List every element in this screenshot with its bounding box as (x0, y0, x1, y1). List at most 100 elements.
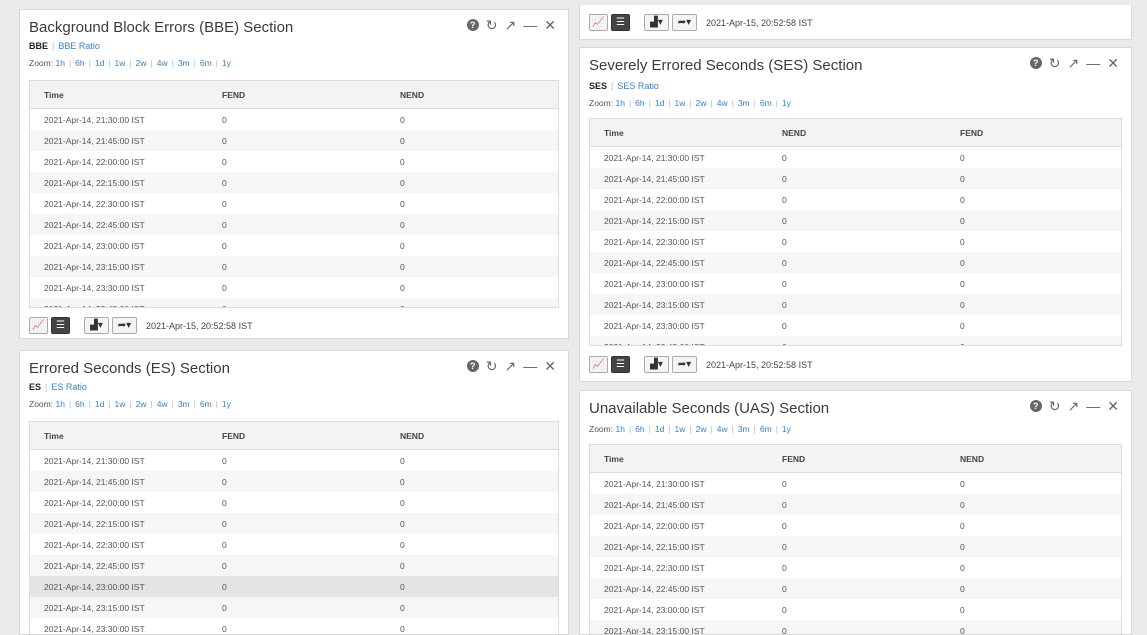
zoom-option-1w[interactable]: 1w (675, 98, 686, 108)
column-header-nend[interactable]: NEND (386, 90, 558, 100)
zoom-option-4w[interactable]: 4w (717, 98, 728, 108)
chart-type-dropdown[interactable]: ▟▾ (644, 14, 669, 31)
zoom-option-1y[interactable]: 1y (222, 399, 231, 409)
zoom-option-1d[interactable]: 1d (655, 424, 664, 434)
table-row[interactable]: 2021-Apr-14, 23:00:00 IST00 (590, 599, 1121, 620)
table-row[interactable]: 2021-Apr-14, 21:45:00 IST00 (30, 130, 558, 151)
table-row[interactable]: 2021-Apr-14, 22:00:00 IST00 (590, 515, 1121, 536)
zoom-option-1h[interactable]: 1h (55, 399, 64, 409)
table-row[interactable]: 2021-Apr-14, 21:45:00 IST00 (590, 168, 1121, 189)
chart-type-dropdown[interactable]: ▟▾ (644, 356, 669, 373)
table-row[interactable]: 2021-Apr-14, 22:45:00 IST00 (590, 578, 1121, 599)
zoom-option-1h[interactable]: 1h (615, 424, 624, 434)
table-view-button[interactable]: ☰ (611, 356, 630, 373)
column-header-time[interactable]: Time (30, 90, 208, 100)
table-row[interactable]: 2021-Apr-14, 23:45:00 IST00 (590, 336, 1121, 346)
popout-icon[interactable]: ↗ (505, 359, 517, 373)
zoom-option-6h[interactable]: 6h (635, 98, 644, 108)
table-row[interactable]: 2021-Apr-14, 23:45:00 IST00 (30, 298, 558, 308)
zoom-option-3m[interactable]: 3m (738, 98, 750, 108)
table-row[interactable]: 2021-Apr-14, 23:15:00 IST00 (590, 620, 1121, 635)
zoom-option-1y[interactable]: 1y (782, 424, 791, 434)
column-header-time[interactable]: Time (590, 454, 768, 464)
help-icon[interactable]: ? (467, 360, 479, 372)
column-header-nend[interactable]: NEND (946, 454, 1121, 464)
help-icon[interactable]: ? (467, 19, 479, 31)
zoom-option-1w[interactable]: 1w (115, 399, 126, 409)
tab-ses[interactable]: SES (589, 81, 607, 91)
zoom-option-2w[interactable]: 2w (696, 424, 707, 434)
zoom-option-2w[interactable]: 2w (136, 58, 147, 68)
chart-view-button[interactable]: 📈 (589, 14, 608, 31)
column-header-time[interactable]: Time (590, 128, 768, 138)
popout-icon[interactable]: ↗ (505, 18, 517, 32)
column-header-fend[interactable]: FEND (768, 454, 946, 464)
column-header-nend[interactable]: NEND (386, 431, 558, 441)
table-row[interactable]: 2021-Apr-14, 22:00:00 IST00 (30, 492, 558, 513)
close-icon[interactable]: ✕ (1107, 399, 1119, 413)
export-dropdown[interactable]: ➦▾ (112, 317, 137, 334)
table-row[interactable]: 2021-Apr-14, 23:00:00 IST00 (30, 235, 558, 256)
zoom-option-1h[interactable]: 1h (55, 58, 64, 68)
zoom-option-6h[interactable]: 6h (75, 399, 84, 409)
table-row[interactable]: 2021-Apr-14, 22:30:00 IST00 (30, 193, 558, 214)
zoom-option-6m[interactable]: 6m (200, 58, 212, 68)
export-dropdown[interactable]: ➦▾ (672, 356, 697, 373)
table-row[interactable]: 2021-Apr-14, 22:15:00 IST00 (590, 536, 1121, 557)
table-row[interactable]: 2021-Apr-14, 22:45:00 IST00 (30, 555, 558, 576)
tab-bbe-ratio[interactable]: BBE Ratio (58, 41, 100, 51)
chart-view-button[interactable]: 📈 (589, 356, 608, 373)
popout-icon[interactable]: ↗ (1068, 56, 1080, 70)
table-row[interactable]: 2021-Apr-14, 21:30:00 IST00 (590, 473, 1121, 494)
table-view-button[interactable]: ☰ (611, 14, 630, 31)
zoom-option-6h[interactable]: 6h (635, 424, 644, 434)
column-header-fend[interactable]: FEND (208, 90, 386, 100)
table-row[interactable]: 2021-Apr-14, 21:45:00 IST00 (590, 494, 1121, 515)
table-row[interactable]: 2021-Apr-14, 22:45:00 IST00 (590, 252, 1121, 273)
zoom-option-6h[interactable]: 6h (75, 58, 84, 68)
table-row[interactable]: 2021-Apr-14, 23:15:00 IST00 (590, 294, 1121, 315)
table-row[interactable]: 2021-Apr-14, 22:45:00 IST00 (30, 214, 558, 235)
zoom-option-3m[interactable]: 3m (738, 424, 750, 434)
column-header-time[interactable]: Time (30, 431, 208, 441)
chart-view-button[interactable]: 📈 (29, 317, 48, 334)
table-row[interactable]: 2021-Apr-14, 22:30:00 IST00 (30, 534, 558, 555)
zoom-option-4w[interactable]: 4w (717, 424, 728, 434)
table-row[interactable]: 2021-Apr-14, 23:30:00 IST00 (30, 277, 558, 298)
tab-bbe[interactable]: BBE (29, 41, 48, 51)
table-row[interactable]: 2021-Apr-14, 21:30:00 IST00 (590, 147, 1121, 168)
zoom-option-1d[interactable]: 1d (655, 98, 664, 108)
column-header-fend[interactable]: FEND (208, 431, 386, 441)
tab-ses-ratio[interactable]: SES Ratio (617, 81, 659, 91)
table-row[interactable]: 2021-Apr-14, 23:00:00 IST00 (30, 576, 558, 597)
column-header-fend[interactable]: FEND (946, 128, 1121, 138)
table-row[interactable]: 2021-Apr-14, 22:00:00 IST00 (590, 189, 1121, 210)
zoom-option-3m[interactable]: 3m (178, 58, 190, 68)
zoom-option-1w[interactable]: 1w (115, 58, 126, 68)
zoom-option-4w[interactable]: 4w (157, 58, 168, 68)
minimize-icon[interactable]: — (523, 18, 537, 32)
refresh-icon[interactable]: ↻ (486, 359, 498, 373)
zoom-option-1h[interactable]: 1h (615, 98, 624, 108)
table-row[interactable]: 2021-Apr-14, 22:30:00 IST00 (590, 231, 1121, 252)
zoom-option-1d[interactable]: 1d (95, 58, 104, 68)
zoom-option-4w[interactable]: 4w (157, 399, 168, 409)
table-row[interactable]: 2021-Apr-14, 23:00:00 IST00 (590, 273, 1121, 294)
column-header-nend[interactable]: NEND (768, 128, 946, 138)
minimize-icon[interactable]: — (1086, 56, 1100, 70)
close-icon[interactable]: ✕ (544, 359, 556, 373)
refresh-icon[interactable]: ↻ (1049, 56, 1061, 70)
minimize-icon[interactable]: — (523, 359, 537, 373)
refresh-icon[interactable]: ↻ (1049, 399, 1061, 413)
zoom-option-1w[interactable]: 1w (675, 424, 686, 434)
close-icon[interactable]: ✕ (544, 18, 556, 32)
table-row[interactable]: 2021-Apr-14, 23:30:00 IST00 (30, 618, 558, 635)
chart-type-dropdown[interactable]: ▟▾ (84, 317, 109, 334)
table-row[interactable]: 2021-Apr-14, 23:15:00 IST00 (30, 597, 558, 618)
table-row[interactable]: 2021-Apr-14, 22:15:00 IST00 (30, 513, 558, 534)
zoom-option-3m[interactable]: 3m (178, 399, 190, 409)
zoom-option-2w[interactable]: 2w (696, 98, 707, 108)
help-icon[interactable]: ? (1030, 57, 1042, 69)
table-row[interactable]: 2021-Apr-14, 21:45:00 IST00 (30, 471, 558, 492)
table-row[interactable]: 2021-Apr-14, 22:15:00 IST00 (590, 210, 1121, 231)
